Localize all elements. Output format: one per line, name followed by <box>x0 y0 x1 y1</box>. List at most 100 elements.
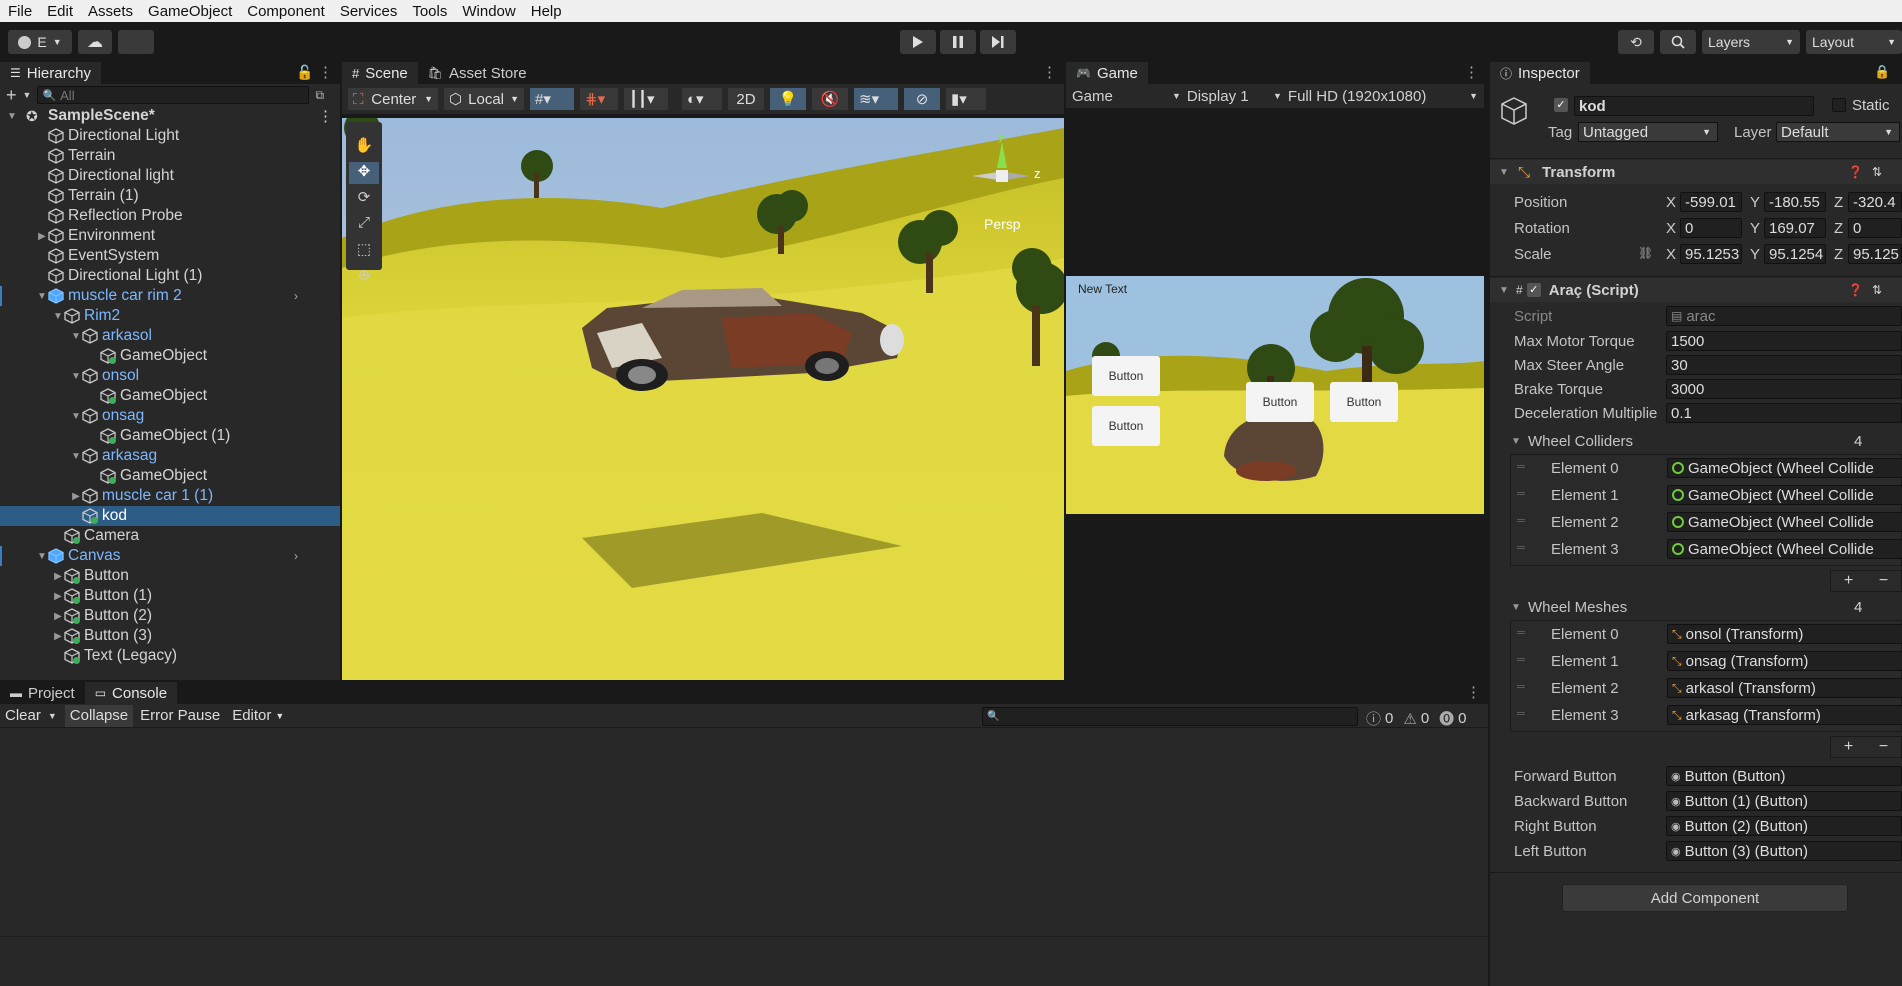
script-field-input[interactable]: 1500 <box>1666 331 1902 351</box>
hierarchy-item[interactable]: ▶ Button (2) <box>0 606 340 626</box>
hierarchy-item[interactable]: ▼ arkasol <box>0 326 340 346</box>
cloud-button[interactable]: ☁ <box>78 30 112 54</box>
hidden-objects-toggle[interactable]: ⊘ <box>904 88 940 110</box>
wheel-meshes-count[interactable]: 4 <box>1854 599 1862 616</box>
expand-arrow-icon[interactable]: ▶ <box>52 611 64 622</box>
transform-z-field[interactable]: 0 <box>1848 218 1902 238</box>
axis-x-label[interactable]: X <box>1666 246 1676 263</box>
hierarchy-item[interactable]: ▶ Environment <box>0 226 340 246</box>
hierarchy-item[interactable]: Terrain (1) <box>0 186 340 206</box>
array-element-field[interactable]: ⤡ onsag (Transform) <box>1667 651 1902 671</box>
menu-window[interactable]: Window <box>462 3 515 20</box>
tab-hierarchy[interactable]: ☰ Hierarchy <box>0 62 101 84</box>
expand-arrow-icon[interactable]: ▼ <box>52 311 64 322</box>
add-element-icon[interactable]: + <box>1844 572 1853 590</box>
play-button[interactable] <box>900 30 936 54</box>
game-button-2[interactable]: Button <box>1092 406 1160 446</box>
expand-arrow-icon[interactable]: ▶ <box>52 571 64 582</box>
axis-x-label[interactable]: X <box>1666 220 1676 237</box>
scene-viewport[interactable]: ✋ ✥ ⟳ ⤢ ⬚ ⊕ y z Persp <box>342 118 1064 680</box>
menu-component[interactable]: Component <box>247 3 325 20</box>
pause-button[interactable] <box>940 30 976 54</box>
array-element-field[interactable]: ⤡ arkasag (Transform) <box>1667 705 1902 725</box>
info-count[interactable]: ⓘ 0 <box>1366 708 1393 729</box>
array-element-field[interactable]: GameObject (Wheel Collide <box>1667 485 1902 505</box>
warning-count[interactable]: ⚠ 0 <box>1403 710 1429 728</box>
axis-y-label[interactable]: Y <box>1750 246 1760 263</box>
collab-button[interactable] <box>118 30 154 54</box>
editor-dropdown[interactable]: Editor ▼ <box>227 705 289 727</box>
projection-label[interactable]: Persp <box>984 216 1021 232</box>
move-tool-icon[interactable]: ✥ <box>349 162 379 184</box>
hierarchy-item[interactable]: GameObject <box>0 386 340 406</box>
pivot-dropdown[interactable]: ⛶ Center ▼ <box>348 88 438 110</box>
hierarchy-item[interactable]: Text (Legacy) <box>0 646 340 666</box>
axis-z-label[interactable]: Z <box>1834 220 1843 237</box>
hierarchy-item[interactable]: ▼ onsol <box>0 366 340 386</box>
collapse-toggle[interactable]: Collapse <box>64 704 134 727</box>
settings-icon[interactable]: ⇅ <box>1872 165 1882 179</box>
help-icon[interactable]: ❓ <box>1848 283 1863 297</box>
resolution-dropdown[interactable]: Full HD (1920x1080) ▼ <box>1288 88 1478 105</box>
hierarchy-item[interactable]: Terrain <box>0 146 340 166</box>
component-enabled-checkbox[interactable]: ✓ <box>1526 283 1541 297</box>
drag-handle-icon[interactable]: ═ <box>1517 708 1525 720</box>
open-prefab-arrow-icon[interactable]: › <box>294 289 298 303</box>
account-button[interactable]: E ▼ <box>8 30 72 54</box>
axis-y-label[interactable]: Y <box>1750 220 1760 237</box>
drag-handle-icon[interactable]: ═ <box>1517 461 1525 473</box>
wheel-colliders-count[interactable]: 4 <box>1854 433 1862 450</box>
clear-button[interactable]: Clear <box>0 705 46 727</box>
drag-handle-icon[interactable]: ═ <box>1517 515 1525 527</box>
orientation-gizmo[interactable]: y z Persp <box>952 128 1052 232</box>
expand-arrow-icon[interactable]: ▶ <box>70 491 82 502</box>
tab-inspector[interactable]: ⓘ Inspector <box>1490 62 1590 84</box>
more-options-icon[interactable]: ⋮ <box>318 63 333 81</box>
hierarchy-item[interactable]: ▶ Button (1) <box>0 586 340 606</box>
hierarchy-item[interactable]: Directional Light (1) <box>0 266 340 286</box>
add-icon[interactable]: + <box>6 85 17 106</box>
drag-handle-icon[interactable]: ═ <box>1517 654 1525 666</box>
more-options-icon[interactable]: ⋮ <box>1466 683 1481 701</box>
transform-x-field[interactable]: 95.1253 <box>1680 244 1742 264</box>
script-header[interactable]: ▼ # ✓ Araç (Script) ❓ ⇅ <box>1490 278 1902 302</box>
transform-header[interactable]: ▼ ⤡ Transform ❓ ⇅ <box>1490 160 1902 184</box>
open-prefab-arrow-icon[interactable]: › <box>294 549 298 563</box>
button-reference-field[interactable]: ◉ Button (1) (Button) <box>1666 791 1902 811</box>
hierarchy-item[interactable]: ▼ Rim2 <box>0 306 340 326</box>
history-button[interactable]: ⟲ <box>1618 30 1654 54</box>
game-button-4[interactable]: Button <box>1330 382 1398 422</box>
hierarchy-item[interactable]: ▶ Button <box>0 566 340 586</box>
hierarchy-item[interactable]: Directional light <box>0 166 340 186</box>
game-button-1[interactable]: Button <box>1092 356 1160 396</box>
hierarchy-item[interactable]: Camera <box>0 526 340 546</box>
static-checkbox[interactable] <box>1832 98 1846 112</box>
script-field-input[interactable]: 3000 <box>1666 379 1902 399</box>
drag-handle-icon[interactable]: ═ <box>1517 542 1525 554</box>
wheel-colliders-header[interactable]: ▼ Wheel Colliders 4 <box>1490 430 1902 452</box>
game-viewport[interactable]: New Text Button Button Button Button <box>1066 276 1484 514</box>
hierarchy-item[interactable]: ▶ muscle car 1 (1) <box>0 486 340 506</box>
rotate-tool-icon[interactable]: ⟳ <box>349 188 379 210</box>
transform-tool-icon[interactable]: ⊕ <box>349 266 379 288</box>
menu-edit[interactable]: Edit <box>47 3 73 20</box>
wheel-meshes-header[interactable]: ▼ Wheel Meshes 4 <box>1490 596 1902 618</box>
more-options-icon[interactable]: ⋮ <box>1464 63 1479 81</box>
hierarchy-item[interactable]: GameObject <box>0 466 340 486</box>
step-button[interactable] <box>980 30 1016 54</box>
layers-dropdown[interactable]: Layers ▼ <box>1702 30 1800 54</box>
space-dropdown[interactable]: ⬡ Local ▼ <box>444 88 524 110</box>
error-pause-toggle[interactable]: Error Pause <box>135 705 225 727</box>
console-search-input[interactable]: 🔍 <box>982 707 1358 726</box>
transform-z-field[interactable]: 95.125 <box>1848 244 1902 264</box>
scale-tool-icon[interactable]: ⤢ <box>349 214 379 236</box>
hierarchy-item[interactable]: ▼ arkasag <box>0 446 340 466</box>
expand-arrow-icon[interactable]: ▶ <box>52 631 64 642</box>
array-element-field[interactable]: GameObject (Wheel Collide <box>1667 512 1902 532</box>
transform-x-field[interactable]: -599.01 <box>1680 192 1742 212</box>
hierarchy-item[interactable]: ▼ Canvas › <box>0 546 340 566</box>
expand-arrow-icon[interactable]: ▼ <box>70 451 82 462</box>
array-element-field[interactable]: ⤡ onsol (Transform) <box>1667 624 1902 644</box>
axis-z-label[interactable]: Z <box>1834 246 1843 263</box>
remove-element-icon[interactable]: − <box>1879 572 1888 590</box>
